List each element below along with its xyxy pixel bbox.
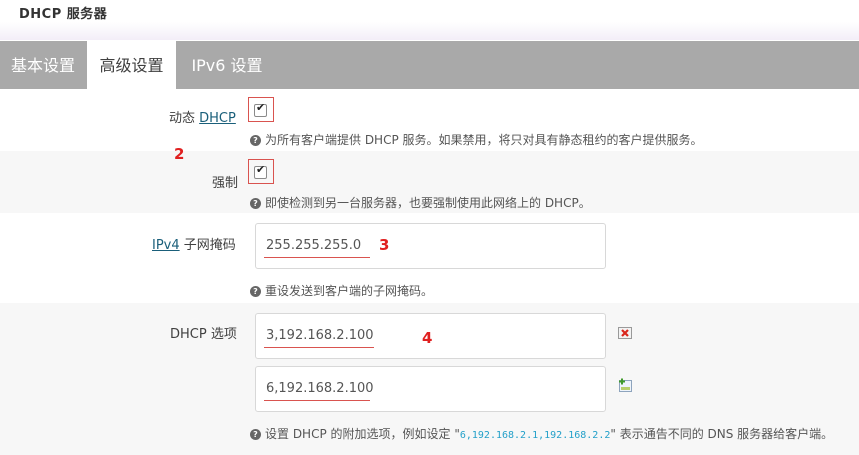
annotation-number-2: 2 bbox=[174, 145, 185, 163]
dhcp-options-label: DHCP 选项 bbox=[170, 327, 237, 342]
dhcp-option-value-2: 6,192.168.2.100 bbox=[266, 381, 374, 396]
netmask-label-text: 子网掩码 bbox=[179, 238, 236, 253]
dhcp-option-value-1: 3,192.168.2.100 bbox=[266, 328, 374, 343]
annotation-underline bbox=[264, 257, 370, 258]
tab-advanced-settings[interactable]: 高级设置 bbox=[87, 41, 176, 89]
help-circle-icon: ? bbox=[250, 286, 261, 297]
tab-ipv6-settings[interactable]: IPv6 设置 bbox=[178, 41, 276, 89]
force-label: 强制 bbox=[212, 176, 239, 191]
netmask-row: IPv4 子网掩码 255.255.255.0 3 ? 重设发送到客户端的子网掩码… bbox=[0, 213, 859, 303]
help-circle-icon: ? bbox=[250, 429, 261, 440]
checkmark-icon: ✔ bbox=[256, 101, 266, 114]
netmask-value: 255.255.255.0 bbox=[266, 238, 362, 253]
netmask-label: IPv4 子网掩码 bbox=[152, 234, 236, 253]
dynamic-dhcp-label: 动态 DHCP bbox=[169, 107, 236, 126]
annotation-number-4: 4 bbox=[422, 329, 433, 347]
section-title: DHCP 服务器 bbox=[19, 7, 108, 22]
checkmark-icon: ✔ bbox=[256, 163, 266, 176]
dynamic-dhcp-row: 动态 DHCP ✔ ? 为所有客户端提供 DHCP 服务。如果禁用，将只对具有静态… bbox=[0, 89, 859, 151]
netmask-help-text: 重设发送到客户端的子网掩码。 bbox=[265, 284, 434, 298]
dhcp-options-row: DHCP 选项 3,192.168.2.100 4 6,192.168.2.10… bbox=[0, 303, 859, 455]
remove-icon[interactable] bbox=[618, 325, 632, 339]
annotation-number-3: 3 bbox=[379, 236, 390, 254]
dynamic-dhcp-checkbox[interactable]: ✔ bbox=[254, 101, 267, 117]
force-help-text: 即使检测到另一台服务器，也要强制使用此网络上的 DHCP。 bbox=[265, 196, 591, 210]
netmask-help: ? 重设发送到客户端的子网掩码。 bbox=[250, 282, 433, 299]
dhcp-options-help: ? 设置 DHCP 的附加选项，例如设定 "6,192.168.2.1,192.1… bbox=[250, 425, 833, 442]
force-help: ? 即使检测到另一台服务器，也要强制使用此网络上的 DHCP。 bbox=[250, 194, 591, 211]
dhcp-options-help-suffix: " 表示通告不同的 DNS 服务器给客户端。 bbox=[610, 427, 834, 441]
help-circle-icon: ? bbox=[250, 198, 261, 209]
annotation-underline bbox=[264, 347, 374, 348]
tab-bar: 基本设置 高级设置 IPv6 设置 bbox=[0, 41, 859, 89]
annotation-underline bbox=[264, 400, 370, 401]
dynamic-dhcp-label-text: 动态 bbox=[169, 111, 200, 126]
help-circle-icon: ? bbox=[250, 135, 261, 146]
tab-basic-settings[interactable]: 基本设置 bbox=[0, 41, 86, 89]
force-checkbox[interactable]: ✔ bbox=[254, 163, 267, 179]
ipv4-link[interactable]: IPv4 bbox=[152, 238, 180, 253]
dynamic-dhcp-help: ? 为所有客户端提供 DHCP 服务。如果禁用，将只对具有静态租约的客户提供服务。 bbox=[250, 131, 703, 148]
add-icon[interactable] bbox=[618, 378, 632, 392]
netmask-input[interactable]: 255.255.255.0 bbox=[255, 223, 606, 269]
force-row: 2 强制 ✔ ? 即使检测到另一台服务器，也要强制使用此网络上的 DHCP。 bbox=[0, 145, 859, 213]
dhcp-options-help-code: 6,192.168.2.1,192.168.2.2 bbox=[459, 430, 611, 441]
dhcp-link[interactable]: DHCP bbox=[199, 111, 236, 126]
dhcp-options-help-prefix: 设置 DHCP 的附加选项，例如设定 " bbox=[265, 427, 460, 441]
header-gradient bbox=[0, 22, 859, 40]
dynamic-dhcp-help-text: 为所有客户端提供 DHCP 服务。如果禁用，将只对具有静态租约的客户提供服务。 bbox=[265, 133, 703, 147]
section-header: DHCP 服务器 bbox=[0, 0, 859, 40]
dhcp-option-input-2[interactable]: 6,192.168.2.100 bbox=[255, 366, 606, 412]
